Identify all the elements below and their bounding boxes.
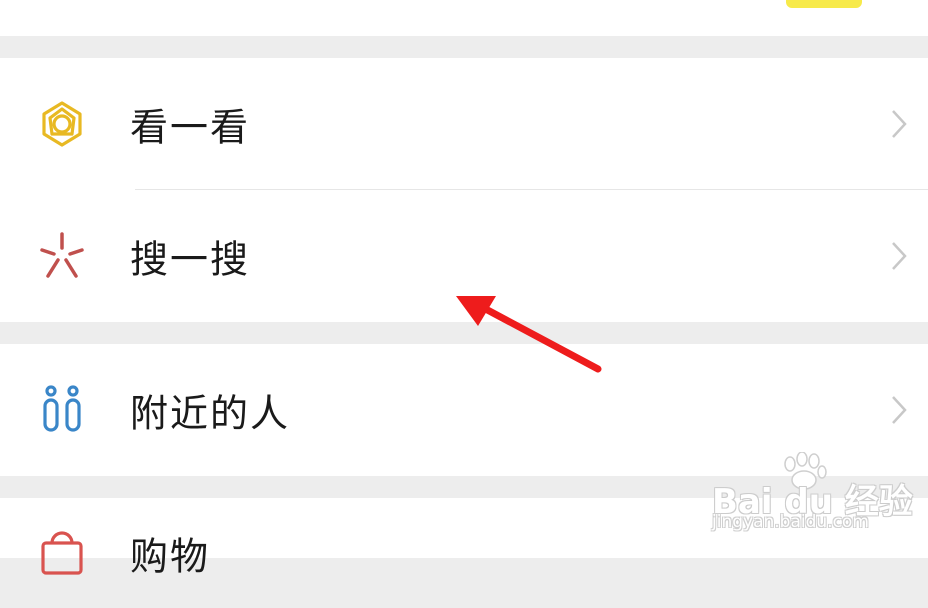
menu-item-label: 附近的人 [130,391,291,436]
top-section [0,0,928,36]
chevron-right-icon [892,242,907,270]
people-icon [43,385,81,432]
menu-item-label: 搜一搜 [130,237,251,282]
flower-hexagon-icon [42,101,82,147]
chevron-right-icon [892,396,907,424]
chevron-right-icon [892,110,907,138]
top-badge [786,0,862,8]
menu-item-kanyikan[interactable]: 看一看 [0,58,928,190]
shopping-bag-icon [41,531,83,575]
search-star-icon [40,232,84,278]
menu-item-fujin[interactable]: 附近的人 [0,344,928,476]
shopping-section: 购物 [0,498,928,579]
menu-item-label: 购物 [130,534,211,579]
discover-section: 看一看 搜一搜 [0,58,928,322]
menu-item-souyisou[interactable]: 搜一搜 [0,190,928,322]
menu-item-gouwu[interactable]: 购物 [0,498,928,608]
nearby-section: 附近的人 [0,344,928,476]
menu-item-label: 看一看 [130,105,251,150]
